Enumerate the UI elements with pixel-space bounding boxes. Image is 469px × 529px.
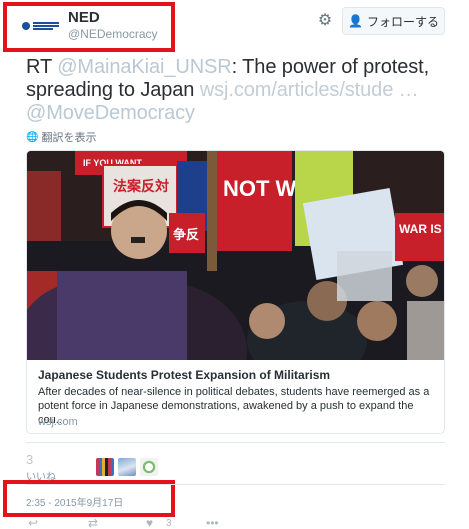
sign-text-2: 法案反対	[113, 178, 169, 195]
globe-icon: 🌐	[26, 131, 39, 143]
tweet-actions: ↩ ⇄ ♥ 3 •••	[26, 516, 326, 529]
timestamp[interactable]: 2:35 - 2015年9月17日	[26, 494, 123, 509]
likes-count[interactable]: 3	[26, 452, 33, 467]
liker-avatar[interactable]	[96, 458, 114, 476]
more-icon[interactable]: •••	[206, 516, 219, 529]
divider	[26, 484, 445, 485]
follow-button[interactable]: 👤 フォローする	[342, 7, 445, 35]
translate-link[interactable]: 🌐 翻訳を表示	[26, 129, 96, 145]
divider	[26, 442, 445, 443]
gear-icon[interactable]: ⚙	[316, 12, 334, 30]
card-image[interactable]: IF YOU WANT 法案反対 NOT WAR WAR IS 争反	[27, 151, 444, 360]
sign-text-4: WAR IS	[399, 222, 442, 236]
tweet-mention[interactable]: @MainaKiai_UNSR	[57, 56, 232, 78]
tweet-link[interactable]: wsj.com/articles/stude …	[200, 79, 419, 101]
liker-avatar[interactable]	[140, 458, 158, 476]
heart-icon[interactable]: ♥	[146, 516, 153, 529]
tweet-text: RT @MainaKiai_UNSR: The power of protest…	[26, 56, 441, 125]
follow-button-label: フォローする	[366, 14, 439, 29]
sign-text-5: 争反	[173, 227, 199, 243]
retweet-icon[interactable]: ⇄	[88, 516, 98, 529]
highlight-box-account	[3, 2, 175, 52]
protest-photo: IF YOU WANT 法案反対 NOT WAR WAR IS 争反	[27, 151, 444, 360]
like-count[interactable]: 3	[166, 518, 172, 529]
likers-list	[96, 458, 158, 476]
reply-icon[interactable]: ↩	[28, 516, 38, 529]
card-title[interactable]: Japanese Students Protest Expansion of M…	[38, 368, 330, 382]
link-card[interactable]: IF YOU WANT 法案反対 NOT WAR WAR IS 争反 Japan…	[26, 150, 445, 434]
liker-avatar[interactable]	[118, 458, 136, 476]
add-person-icon: 👤	[348, 14, 363, 28]
card-description: After decades of near-silence in politic…	[38, 386, 430, 426]
tweet-mention-2[interactable]: @MoveDemocracy	[26, 102, 195, 124]
likes-label[interactable]: いいね	[26, 468, 56, 483]
translate-label: 翻訳を表示	[41, 132, 97, 144]
card-domain[interactable]: wsj.com	[38, 416, 78, 428]
tweet-prefix: RT	[26, 56, 58, 78]
